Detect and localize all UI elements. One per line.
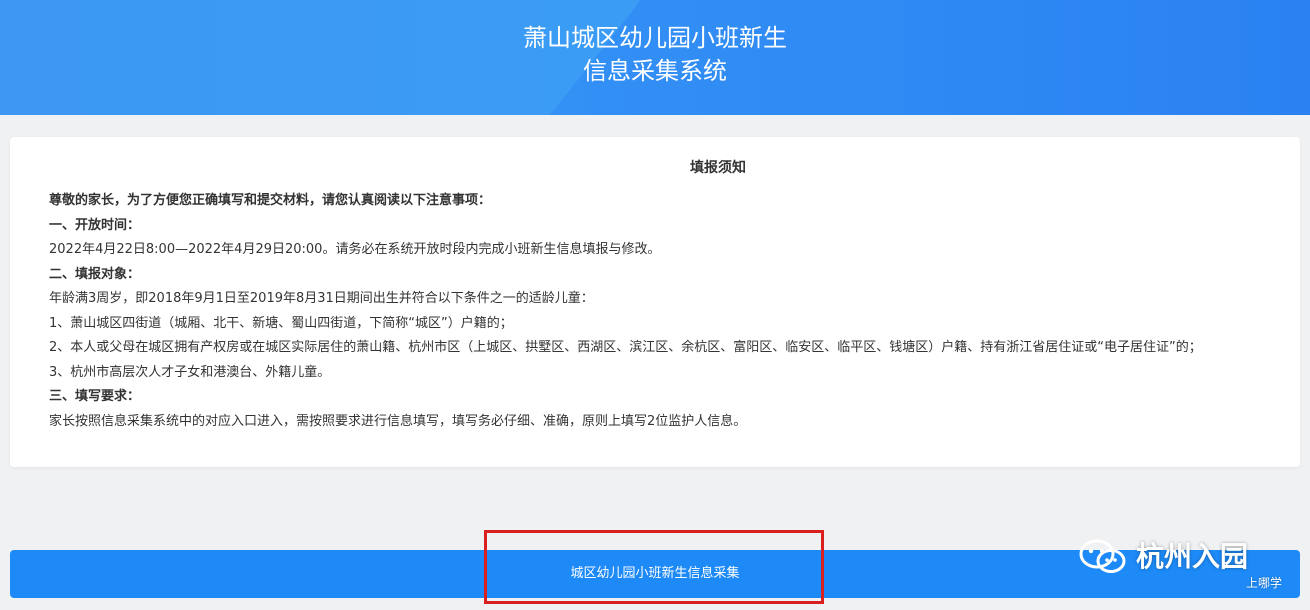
watermark-subtext: 上哪学 [1246, 576, 1283, 590]
section1-heading: 一、开放时间： [49, 217, 141, 233]
notice-body: 尊敬的家长，为了方便您正确填写和提交材料，请您认真阅读以下注意事项： 一、开放时… [10, 189, 1300, 434]
highlight-annotation-box [484, 530, 824, 604]
section2-item3: 3、杭州市高层次人才子女和港澳台、外籍儿童。 [49, 364, 331, 380]
watermark-text: 杭州入园 [1136, 540, 1249, 573]
watermark: 杭州入园 上哪学 [1078, 535, 1303, 597]
section3-text: 家长按照信息采集系统中的对应入口进入，需按照要求进行信息填写，填写务必仔细、准确… [49, 413, 747, 429]
section1-text: 2022年4月22日8:00—2022年4月29日20:00。请务必在系统开放时… [49, 242, 661, 257]
section2-heading: 二、填报对象： [49, 266, 141, 282]
notice-title: 填报须知 [690, 160, 746, 176]
page-title-line2: 信息采集系统 [583, 57, 727, 85]
section2-intro: 年龄满3周岁，即2018年9月1日至2019年8月31日期间出生并符合以下条件之… [49, 291, 594, 306]
section3-heading: 三、填写要求： [49, 389, 141, 404]
section2-item2: 2、本人或父母在城区拥有产权房或在城区实际居住的萧山籍、杭州市区（上城区、拱墅区… [49, 340, 1202, 355]
page-title-line1: 萧山城区幼儿园小班新生 [523, 24, 787, 52]
notice-card: 填报须知 尊敬的家长，为了方便您正确填写和提交材料，请您认真阅读以下注意事项： … [10, 137, 1300, 467]
section2-item1: 1、萧山城区四街道（城厢、北干、新塘、蜀山四街道，下简称“城区”）户籍的； [49, 315, 513, 331]
page-title: 萧山城区幼儿园小班新生 信息采集系统 [0, 22, 1310, 88]
notice-greeting: 尊敬的家长，为了方便您正确填写和提交材料，请您认真阅读以下注意事项： [49, 193, 492, 208]
wechat-icon [1079, 539, 1126, 573]
page-header: 萧山城区幼儿园小班新生 信息采集系统 [0, 0, 1310, 115]
